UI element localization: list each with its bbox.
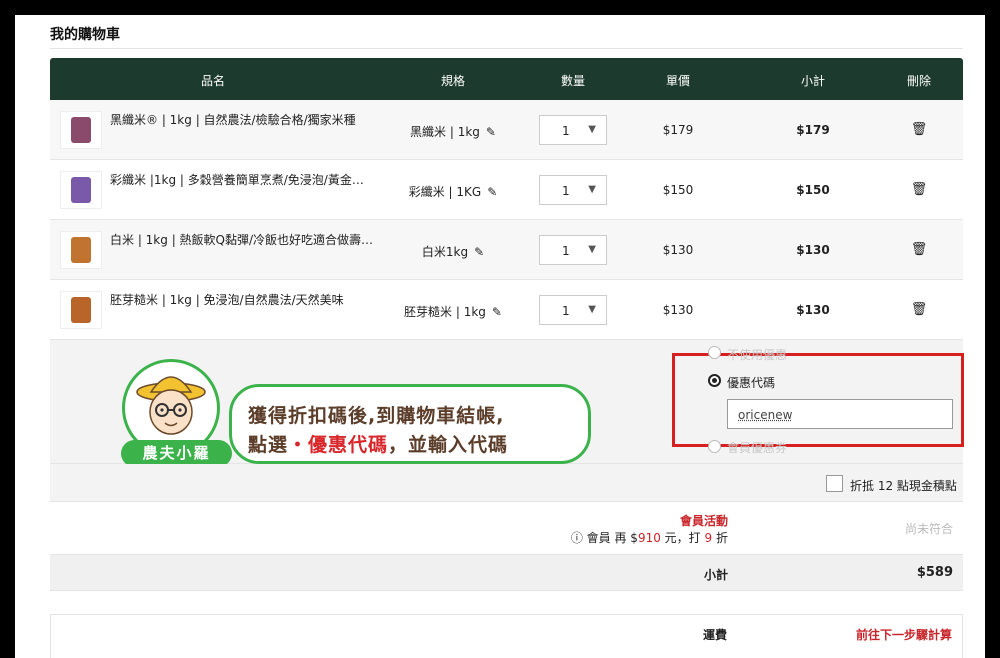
subtotal-row: 小計 $589 — [50, 555, 963, 591]
chevron-down-icon: ▼ — [588, 124, 596, 135]
trash-icon[interactable]: 🗑 — [911, 122, 928, 137]
promo-amount: 910 — [637, 531, 661, 545]
edit-icon[interactable]: ✎ — [492, 305, 502, 319]
page-title: 我的購物車 — [50, 27, 120, 43]
product-spec: 胚芽糙米 | 1kg ✎ — [404, 303, 502, 320]
shipping-value: 前往下一步驟計算 — [855, 628, 952, 642]
cart-table: 品名 規格 數量 單價 小計 刪除 黑纖米® | 1kg | 自然農法/檢驗合格… — [50, 58, 964, 591]
spec-label: 黑纖米 | 1kg — [410, 125, 480, 139]
trash-icon[interactable]: 🗑 — [911, 242, 928, 257]
header-delete: 刪除 — [906, 74, 932, 88]
promo-msg-suffix: 折 — [715, 531, 728, 545]
row-subtotal: $130 — [796, 303, 830, 317]
product-thumbnail[interactable] — [60, 231, 102, 269]
row-subtotal: $130 — [796, 243, 830, 257]
unit-price: $150 — [662, 183, 694, 197]
edit-icon[interactable]: ✎ — [487, 185, 497, 199]
quantity-value: 1 — [562, 304, 570, 318]
spec-label: 胚芽糙米 | 1kg — [404, 305, 486, 319]
option-no-coupon-label: 不使用優惠 — [727, 348, 788, 362]
radio-coupon-code[interactable] — [708, 374, 721, 387]
coupon-section: 獲得折扣碼後,到購物車結帳, 點選・優惠代碼，並輸入代碼 農夫小羅 不使用優惠 … — [50, 340, 964, 467]
callout-prefix: 點選 — [248, 434, 289, 456]
subtotal-label: 小計 — [703, 568, 728, 582]
promotion-message: ⓘ 會員 再 $910 元，打 9 折 — [571, 529, 728, 546]
quantity-value: 1 — [562, 244, 570, 258]
product-name[interactable]: 彩纖米 |1kg | 多穀營養簡單烹煮/免浸泡/黃金… — [110, 171, 375, 188]
table-header: 品名 規格 數量 單價 小計 刪除 — [50, 58, 963, 100]
header-spec: 規格 — [440, 74, 466, 88]
promo-msg-prefix: 會員 再 $ — [586, 531, 638, 545]
table-row: 胚芽糙米 | 1kg | 免浸泡/自然農法/天然美味 胚芽糙米 | 1kg ✎ 1… — [50, 280, 963, 340]
quantity-value: 1 — [562, 184, 570, 198]
quantity-select[interactable]: 1 ▼ — [539, 295, 607, 325]
product-thumbnail[interactable] — [60, 111, 102, 149]
subtotal-value: $589 — [916, 565, 953, 580]
shipping-row: 運費 前往下一步驟計算 — [50, 614, 963, 658]
product-thumbnail[interactable] — [60, 171, 102, 209]
product-spec: 彩纖米 | 1KG ✎ — [409, 183, 498, 200]
header-price: 單價 — [665, 74, 691, 88]
radio-no-coupon[interactable] — [708, 346, 721, 359]
promotion-row: 會員活動 ⓘ 會員 再 $910 元，打 9 折 尚未符合 — [50, 502, 963, 555]
coupon-code-input[interactable]: oricenew — [727, 399, 953, 429]
table-row: 黑纖米® | 1kg | 自然農法/檢驗合格/獨家米種 黑纖米 | 1kg ✎ 1… — [50, 100, 963, 160]
promo-msg-mid: 元，打 — [664, 531, 701, 545]
header-name: 品名 — [200, 74, 226, 88]
row-subtotal: $179 — [796, 123, 830, 137]
option-coupon-code-label: 優惠代碼 — [727, 376, 776, 390]
callout-suffix: ，並輸入代碼 — [388, 434, 509, 456]
shipping-label: 運費 — [702, 628, 727, 642]
callout-line-2: 點選・優惠代碼，並輸入代碼 — [248, 430, 508, 457]
edit-icon[interactable]: ✎ — [474, 245, 484, 259]
header-qty: 數量 — [560, 74, 586, 88]
product-spec: 白米1kg ✎ — [422, 243, 484, 260]
chevron-down-icon: ▼ — [588, 244, 596, 255]
unit-price: $130 — [662, 303, 694, 317]
table-row: 彩纖米 |1kg | 多穀營養簡單烹煮/免浸泡/黃金… 彩纖米 | 1KG ✎ 1… — [50, 160, 963, 220]
option-member-coupon-label: 會員優惠券 — [727, 441, 788, 455]
product-thumbnail[interactable] — [60, 291, 102, 329]
character-name-tag: 農夫小羅 — [121, 440, 232, 467]
radio-member-coupon[interactable] — [708, 440, 721, 453]
promotion-title: 會員活動 — [679, 514, 728, 528]
spec-label: 彩纖米 | 1KG — [408, 185, 482, 199]
header-subtotal: 小計 — [800, 74, 826, 88]
info-icon[interactable]: ⓘ — [571, 531, 583, 545]
quantity-select[interactable]: 1 ▼ — [539, 235, 607, 265]
callout-line-1: 獲得折扣碼後,到購物車結帳, — [248, 405, 505, 427]
product-name[interactable]: 白米 | 1kg | 熱飯軟Q黏彈/冷飯也好吃適合做壽… — [110, 231, 375, 248]
chevron-down-icon: ▼ — [588, 184, 596, 195]
chevron-down-icon: ▼ — [588, 304, 596, 315]
points-label: 折抵 12 點現金積點 — [850, 479, 957, 493]
product-name[interactable]: 胚芽糙米 | 1kg | 免浸泡/自然農法/天然美味 — [110, 291, 375, 308]
product-spec: 黑纖米 | 1kg ✎ — [410, 123, 496, 140]
table-row: 白米 | 1kg | 熱飯軟Q黏彈/冷飯也好吃適合做壽… 白米1kg ✎ 1 ▼ $… — [50, 220, 963, 280]
unit-price: $179 — [662, 123, 694, 137]
edit-icon[interactable]: ✎ — [486, 125, 496, 139]
unit-price: $130 — [662, 243, 694, 257]
spec-label: 白米1kg — [421, 245, 469, 259]
promo-discount: 9 — [704, 531, 713, 545]
promotion-status: 尚未符合 — [904, 522, 953, 536]
trash-icon[interactable]: 🗑 — [911, 182, 928, 197]
cart-page: 我的購物車 品名 規格 數量 單價 小計 刪除 黑纖米® | 1kg | 自然農… — [15, 15, 985, 658]
quantity-select[interactable]: 1 ▼ — [539, 175, 607, 205]
quantity-select[interactable]: 1 ▼ — [539, 115, 607, 145]
quantity-value: 1 — [562, 124, 570, 138]
points-row: 折抵 12 點現金積點 — [50, 464, 963, 502]
instruction-callout: 獲得折扣碼後,到購物車結帳, 點選・優惠代碼，並輸入代碼 — [229, 384, 591, 464]
row-subtotal: $150 — [796, 183, 830, 197]
title-divider — [50, 48, 963, 49]
product-name[interactable]: 黑纖米® | 1kg | 自然農法/檢驗合格/獨家米種 — [110, 111, 375, 128]
points-checkbox[interactable] — [826, 475, 843, 492]
trash-icon[interactable]: 🗑 — [911, 302, 928, 317]
callout-highlight: ・優惠代碼 — [288, 434, 389, 456]
